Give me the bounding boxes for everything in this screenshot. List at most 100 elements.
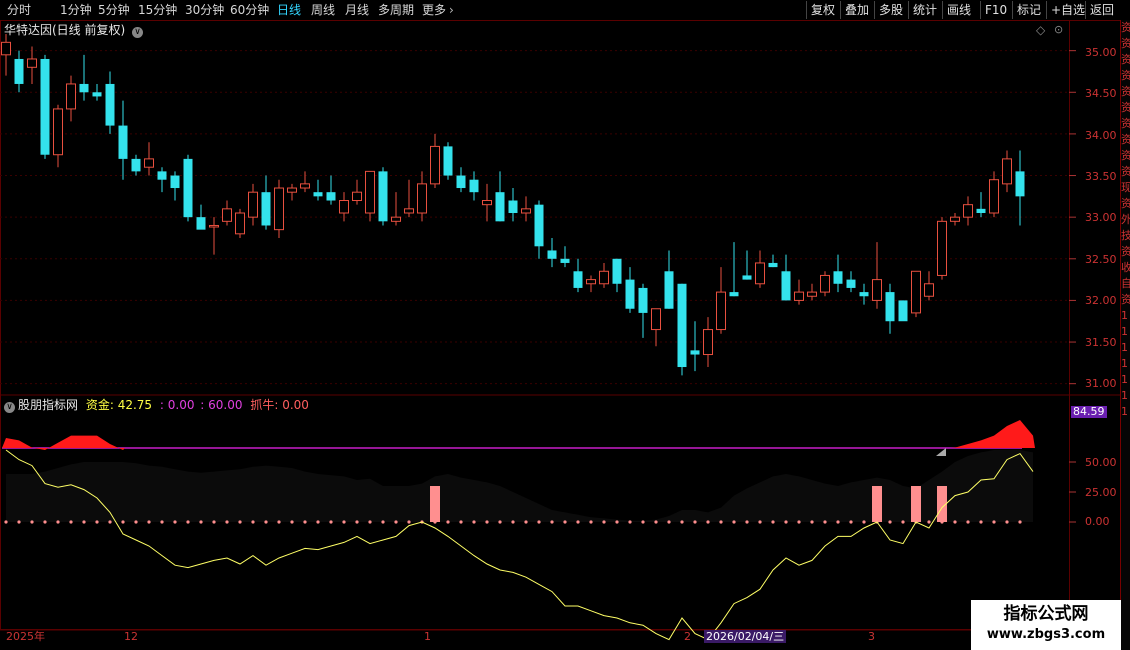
multistock-button[interactable]: 多股 — [874, 1, 907, 19]
zero-line-dot — [459, 520, 463, 524]
side-strip-char: 资 — [1121, 100, 1130, 116]
indicator-current-value: 84.59 — [1071, 405, 1107, 418]
side-strip-char: 资 — [1121, 292, 1130, 308]
price-tick: 34.00 — [1085, 129, 1117, 142]
date-label: 2 — [684, 630, 691, 643]
price-tick: 35.00 — [1085, 46, 1117, 59]
candle-body-up — [950, 216, 960, 222]
strong-zone-area — [2, 435, 125, 450]
zero-line-dot — [836, 520, 840, 524]
candle-body-up — [235, 212, 245, 235]
tf-multi[interactable]: 多周期 — [378, 2, 414, 18]
collapse-icon[interactable]: ∨ — [4, 402, 15, 413]
tf-fenshi[interactable]: 分时 — [7, 2, 31, 18]
strong-zone-area — [951, 420, 1035, 448]
zj-sep1: : 0.00 — [159, 398, 195, 412]
zero-line-dot — [277, 520, 281, 524]
draw-button[interactable]: 画线 — [942, 1, 975, 19]
candle-body-up — [274, 187, 284, 231]
tf-daily[interactable]: 日线 — [277, 2, 301, 18]
candle-body-up — [937, 220, 947, 276]
zero-line-dot — [862, 520, 866, 524]
indicator-tick: 25.00 — [1085, 486, 1117, 499]
zero-line-dot — [303, 520, 307, 524]
tf-60min[interactable]: 60分钟 — [230, 2, 269, 18]
candle-body-down — [157, 171, 167, 180]
candle-body-down — [443, 146, 453, 176]
zero-line-dot — [563, 520, 567, 524]
stock-title: 华特达因(日线 前复权) — [4, 23, 126, 37]
add-watchlist-button[interactable]: +自选 — [1046, 1, 1089, 19]
zero-line-dot — [225, 520, 229, 524]
candle-body-down — [261, 192, 271, 226]
candle-body-down — [742, 275, 752, 280]
candle-body-up — [716, 291, 726, 331]
side-strip-char: 资 — [1121, 164, 1130, 180]
candle-body-down — [14, 58, 24, 84]
back-button[interactable]: 返回 — [1085, 1, 1118, 19]
candle-body-up — [53, 108, 63, 156]
tf-more[interactable]: 更多 — [422, 2, 446, 18]
candle-body-down — [560, 258, 570, 263]
zj-sep2: : 60.00 — [200, 398, 243, 412]
chart-frame — [0, 20, 1120, 631]
zero-line-dot — [576, 520, 580, 524]
price-tick: 33.00 — [1085, 211, 1117, 224]
zero-line-dot — [342, 520, 346, 524]
mark-button[interactable]: 标记 — [1012, 1, 1045, 19]
tf-monthly[interactable]: 月线 — [345, 2, 369, 18]
tf-15min[interactable]: 15分钟 — [138, 2, 177, 18]
candle-body-down — [534, 204, 544, 247]
candle-body-down — [40, 58, 50, 155]
candle-body-down — [781, 271, 791, 301]
zero-line-dot — [290, 520, 294, 524]
diamond-icon[interactable]: ◇ — [1036, 23, 1045, 37]
side-strip-char: 1 — [1121, 389, 1128, 402]
candle-body-up — [248, 191, 258, 218]
overlay-button[interactable]: 叠加 — [840, 1, 873, 19]
side-strip-char: 资 — [1121, 148, 1130, 164]
date-label: 2025年 — [6, 630, 45, 643]
candle-body-up — [300, 183, 310, 189]
zero-line-dot — [537, 520, 541, 524]
zero-line-dot — [498, 520, 502, 524]
chevron-right-icon[interactable]: › — [449, 2, 454, 18]
zero-line-dot — [17, 520, 21, 524]
tf-30min[interactable]: 30分钟 — [185, 2, 224, 18]
indicator-title-row: ∨ 股朋指标网 资金: 42.75 : 0.00 : 60.00 抓牛: 0.00 — [4, 398, 309, 413]
zero-line-dot — [667, 520, 671, 524]
date-label: 12 — [124, 630, 138, 643]
zero-line-dot — [160, 520, 164, 524]
zero-line-dot — [147, 520, 151, 524]
candle-body-up — [365, 170, 375, 214]
zero-line-dot — [953, 520, 957, 524]
candle-body-up — [586, 279, 596, 285]
zero-line-dot — [810, 520, 814, 524]
zero-line-dot — [940, 520, 944, 524]
zero-line-dot — [602, 520, 606, 524]
candle-body-down — [573, 271, 583, 288]
settings-icon[interactable]: ⊙ — [1054, 23, 1063, 37]
candle-body-down — [378, 171, 388, 222]
zero-line-dot — [43, 520, 47, 524]
tf-weekly[interactable]: 周线 — [311, 2, 335, 18]
indicator-tick: 0.00 — [1085, 515, 1110, 528]
zero-line-dot — [69, 520, 73, 524]
tf-1min[interactable]: 1分钟 — [60, 2, 92, 18]
zero-line-dot — [108, 520, 112, 524]
period-toolbar: 分时 1分钟 5分钟 15分钟 30分钟 60分钟 日线 周线 月线 多周期 更… — [0, 0, 1130, 21]
fuquan-button[interactable]: 复权 — [806, 1, 839, 19]
price-tick: 32.00 — [1085, 294, 1117, 307]
side-strip-char: 资 — [1121, 36, 1130, 52]
stats-button[interactable]: 统计 — [908, 1, 941, 19]
zero-line-dot — [95, 520, 99, 524]
candle-body-down — [898, 300, 908, 322]
zero-line-dot — [927, 520, 931, 524]
zero-line-dot — [849, 520, 853, 524]
f10-button[interactable]: F10 — [980, 1, 1011, 19]
candle-body-down — [1015, 171, 1025, 197]
candle-body-up — [352, 191, 362, 202]
chevron-down-icon[interactable]: ∨ — [132, 27, 144, 38]
side-strip-char: 资 — [1121, 52, 1130, 68]
tf-5min[interactable]: 5分钟 — [98, 2, 130, 18]
